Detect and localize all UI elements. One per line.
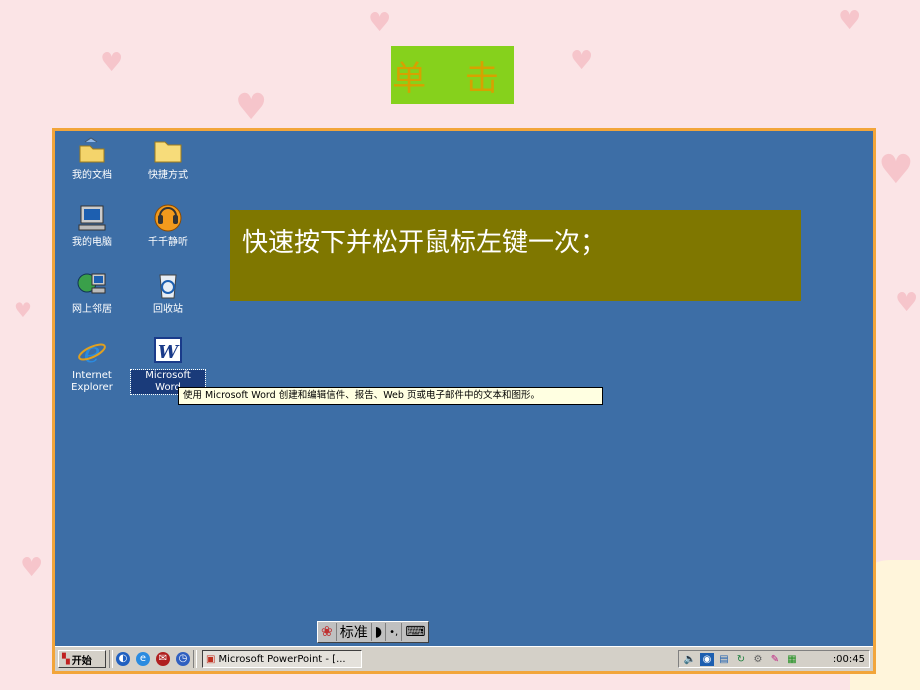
divider [193,650,197,668]
heart-decoration: ♥ [20,553,44,583]
update-icon[interactable]: ↻ [734,653,748,666]
clock-icon[interactable]: ◷ [176,652,190,666]
desktop: 我的文档 快捷方式 我的电脑 千千静听 网上邻居 回收站 e Internet [52,128,876,674]
heart-decoration: ♥ [895,288,919,318]
callout-box: 快速按下并松开鼠标左键一次； [230,210,801,301]
start-button[interactable]: ▚ 开始 [58,650,106,668]
network-status-icon[interactable]: ◉ [700,652,714,666]
app-tray-icon[interactable]: ▦ [785,653,799,666]
divider [109,650,113,668]
folder-icon [76,136,108,166]
heart-decoration: ♥ [100,48,124,78]
edit-icon[interactable]: ✎ [768,653,782,666]
heart-decoration: ♥ [570,46,594,76]
taskbar-button-powerpoint[interactable]: ▣ Microsoft PowerPoint - [... [202,650,362,668]
desktop-icon-my-documents[interactable]: 我的文档 [55,136,129,182]
heart-decoration: ♥ [838,6,862,36]
heart-decoration: ♥ [235,87,268,128]
ime-logo-icon[interactable]: ❀ [318,623,337,641]
security-icon[interactable]: ⚙ [751,653,765,666]
taskbar: ▚ 开始 ◐ e ✉ ◷ ▣ Microsoft PowerPoint - [.… [55,646,873,671]
punctuation-icon[interactable]: •, [386,623,403,641]
heart-decoration: ♥ [878,147,914,193]
start-label: 开始 [71,655,92,667]
heart-decoration: ♥ [14,298,32,322]
desktop-icon-ttplayer[interactable]: 千千静听 [131,203,205,249]
computer-icon [76,203,108,233]
folder-icon [152,136,184,166]
half-width-icon[interactable]: ◗ [372,623,387,641]
svg-text:e: e [84,336,101,366]
slide-title: 单 击 [391,46,514,104]
svg-text:W: W [158,342,180,363]
media-player-icon[interactable]: ◐ [116,652,130,666]
ime-toolbar[interactable]: ❀ 标准 ◗ •, ⌨ [317,621,430,643]
internet-explorer-icon[interactable]: e [136,652,150,666]
desktop-icon-recycle-bin[interactable]: 回收站 [131,270,205,316]
volume-icon[interactable]: 🔈 [683,653,697,666]
network-icon [76,270,108,300]
display-icon[interactable]: ▤ [717,653,731,666]
system-tray: 🔈 ◉ ▤ ↻ ⚙ ✎ ▦ :00:45 [678,650,870,668]
quick-launch: ◐ e ✉ ◷ [116,652,190,666]
word-icon: W [152,336,184,366]
tooltip: 使用 Microsoft Word 创建和编辑信件、报告、Web 页或电子邮件中… [178,387,603,405]
heart-decoration: ♥ [368,8,392,38]
desktop-icon-my-computer[interactable]: 我的电脑 [55,203,129,249]
music-player-icon [152,203,184,233]
desktop-icon-microsoft-word[interactable]: W Microsoft Word [130,336,206,395]
windows-logo-icon: ▚ [62,653,70,665]
desktop-icon-network[interactable]: 网上邻居 [55,270,129,316]
desktop-icon-shortcut[interactable]: 快捷方式 [131,136,205,182]
recycle-bin-icon [152,270,184,300]
outlook-express-icon[interactable]: ✉ [156,652,170,666]
powerpoint-icon: ▣ [206,653,216,665]
soft-keyboard-icon[interactable]: ⌨ [402,623,428,641]
ime-mode-label[interactable]: 标准 [337,623,372,641]
task-label: Microsoft PowerPoint - [... [218,653,346,665]
desktop-icon-internet-explorer[interactable]: e Internet Explorer [55,336,129,394]
clock: :00:45 [832,653,865,665]
internet-explorer-icon: e [76,336,108,369]
